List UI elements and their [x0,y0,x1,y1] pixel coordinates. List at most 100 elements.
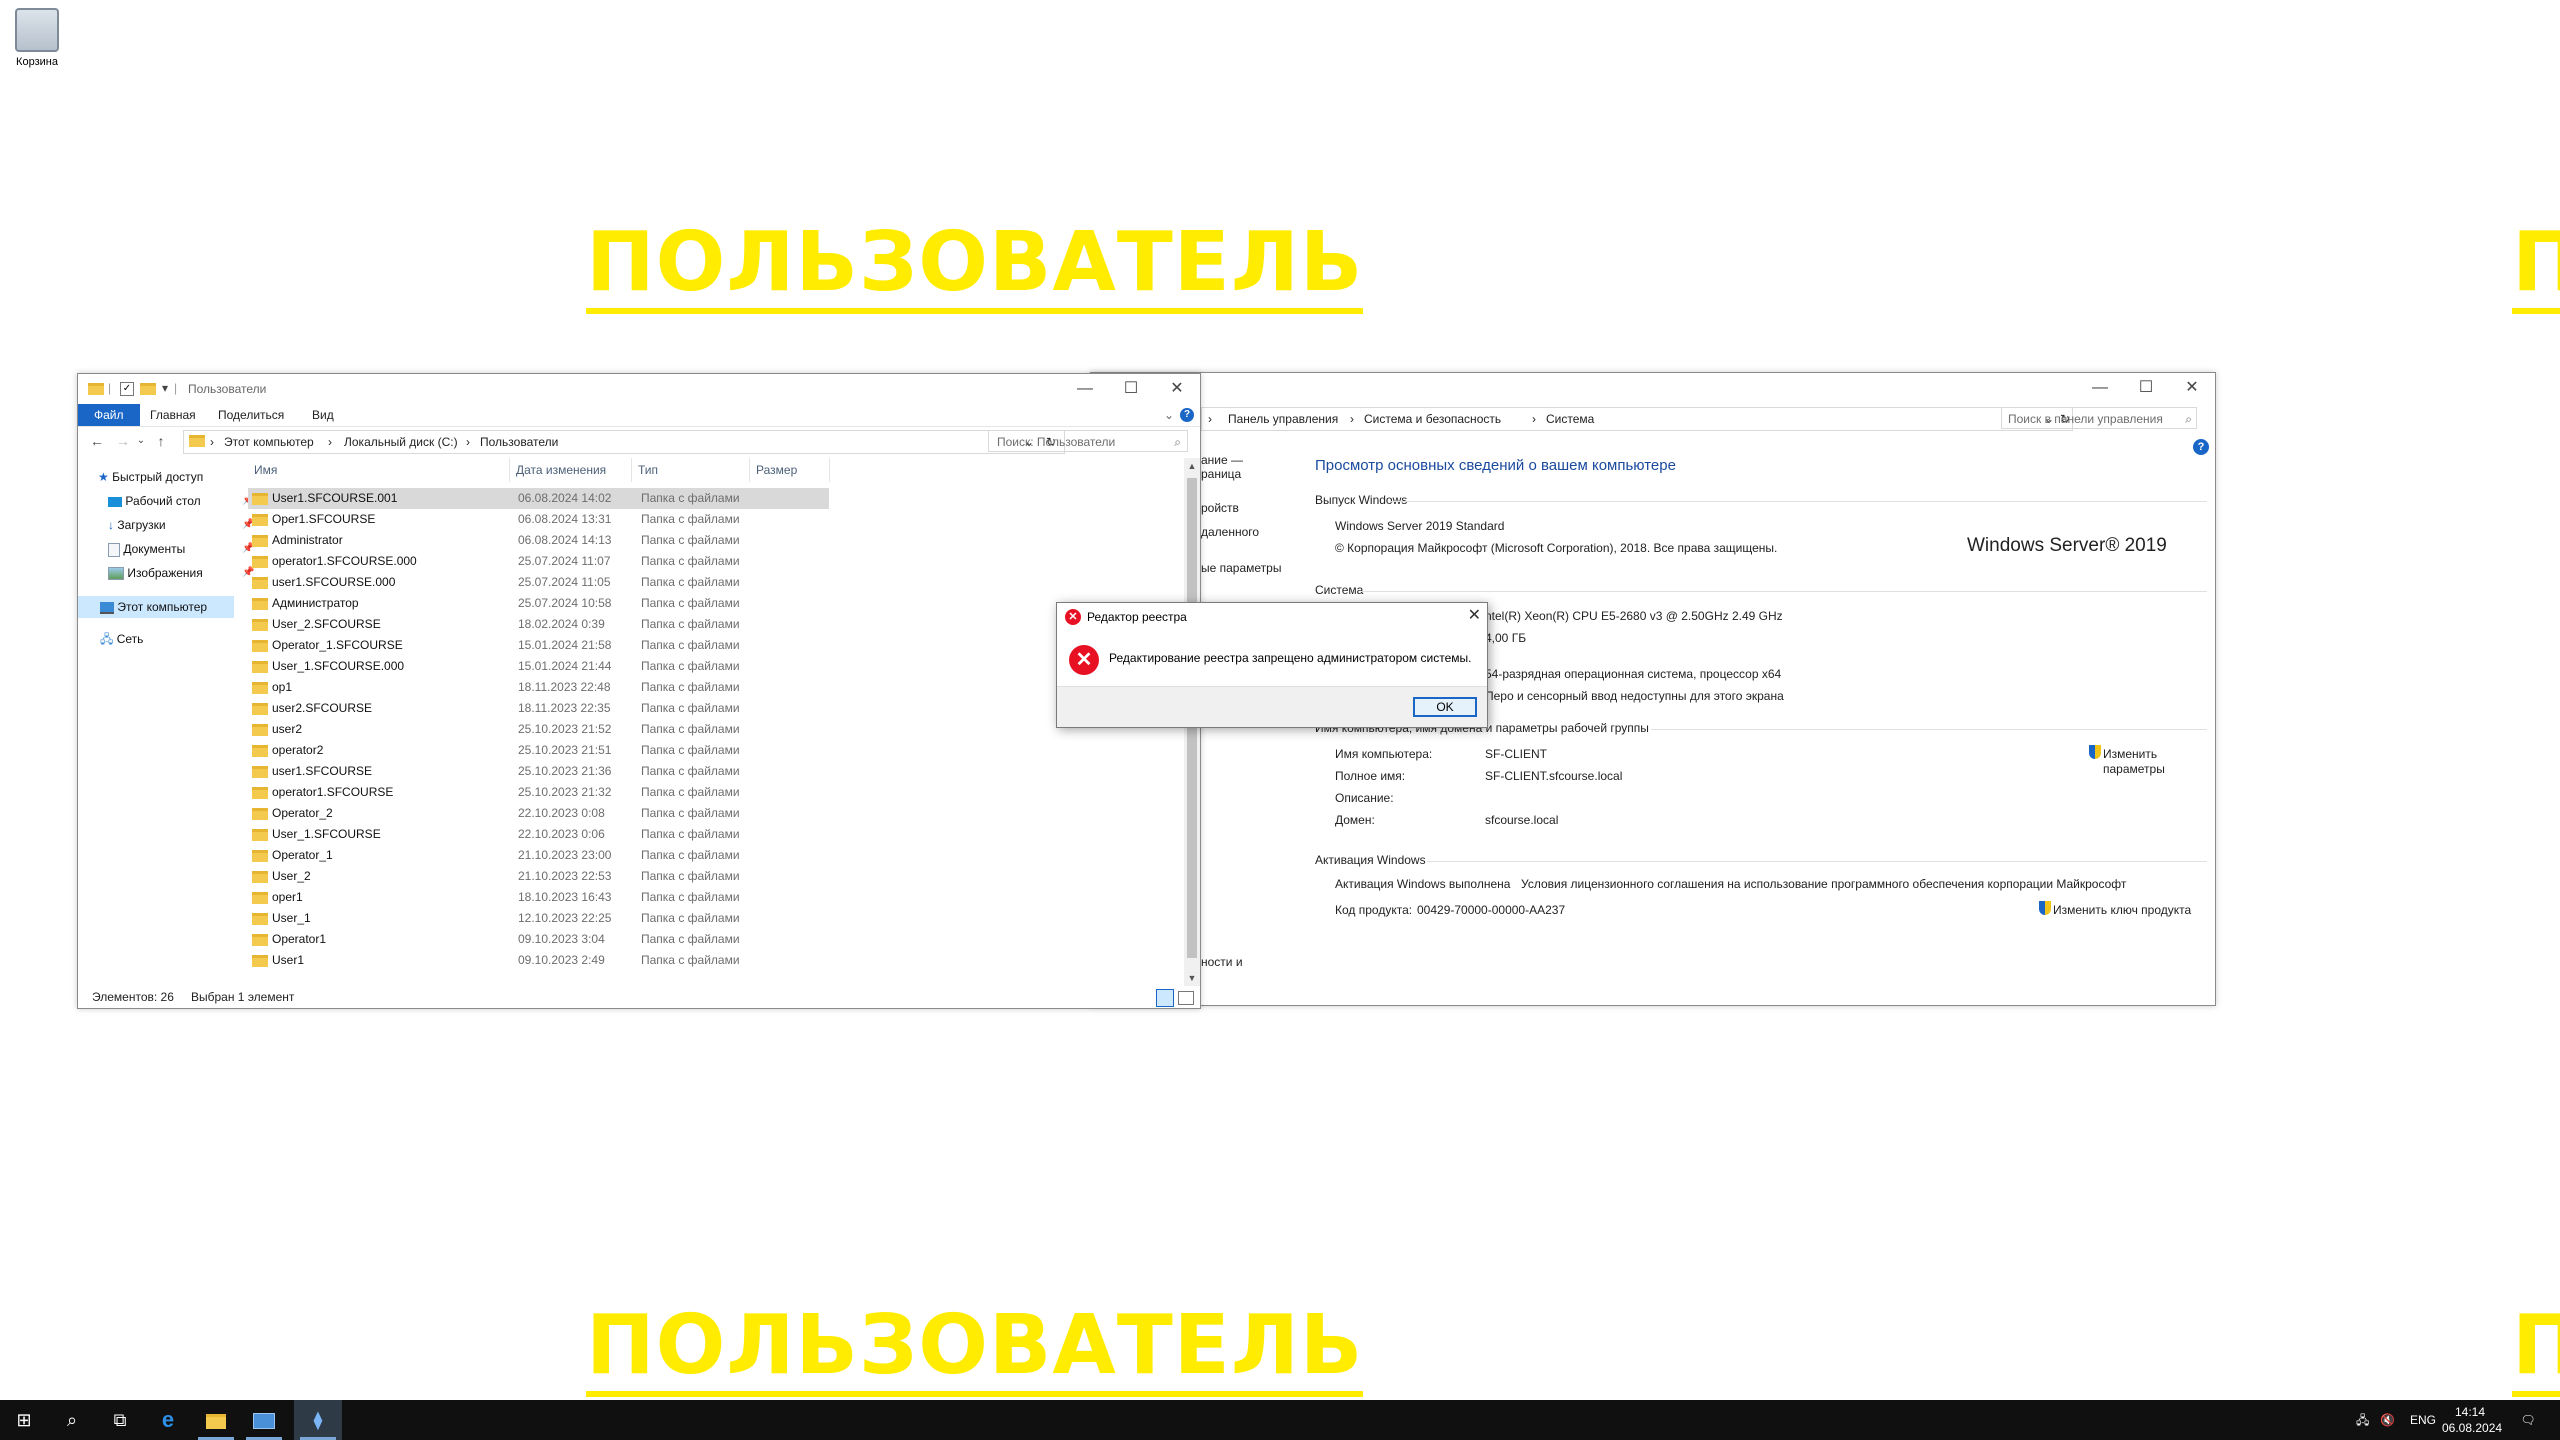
column-date[interactable]: Дата изменения [510,458,632,482]
table-row[interactable]: user2.SFCOURSE 18.11.2023 22:35 Папка с фа… [248,698,829,719]
nav-this-pc[interactable]: Этот компьютер [78,596,234,618]
nav-desktop[interactable]: Рабочий стол📌 [108,490,254,512]
task-view-button[interactable]: ⧉ [96,1400,144,1440]
minimize-icon[interactable]: — [1062,374,1108,404]
table-row[interactable]: operator2 25.10.2023 21:51 Папка с файлами [248,740,829,761]
forward-button[interactable]: → [112,430,134,452]
table-row[interactable]: User_1.SFCOURSE.000 15.01.2024 21:44 Папка… [248,656,829,677]
system-titlebar[interactable]: — ☐ ✕ [1091,373,2215,403]
start-button[interactable]: ⊞ [0,1400,48,1440]
table-row[interactable]: Operator_1 21.10.2023 23:00 Папка с файлам… [248,845,829,866]
maximize-icon[interactable]: ☐ [1108,374,1154,404]
clock-time: 14:14 [2454,1405,2486,1419]
minimize-icon[interactable]: — [2077,373,2123,403]
left-link-1[interactable]: ание — [1201,453,1243,467]
recent-locations-icon[interactable]: ⌄ [134,430,148,452]
tab-share[interactable]: Поделиться [202,404,300,426]
breadcrumb-this-pc[interactable]: Этот компьютер [224,431,314,453]
breadcrumb-users[interactable]: Пользователи [480,431,558,453]
explorer-address-bar[interactable]: › Этот компьютер › Локальный диск (C:) ›… [183,430,1065,454]
table-row[interactable]: User1.SFCOURSE.001 06.08.2024 14:02 Папка … [248,488,829,509]
column-size[interactable]: Размер [750,458,830,482]
table-row[interactable]: User1 09.10.2023 2:49 Папка с файлами [248,950,829,971]
notification-center-icon[interactable]: 🗨 [2516,1400,2540,1440]
help-icon[interactable]: ? [1180,408,1194,422]
help-icon[interactable]: ? [2193,439,2209,455]
change-key-link[interactable]: Изменить ключ продукта [2053,903,2191,917]
left-link-2[interactable]: ройств [1201,501,1239,515]
nav-network[interactable]: 🖧 Сеть [100,628,143,650]
ok-button[interactable]: OK [1413,697,1477,717]
scroll-up-icon[interactable]: ▲ [1184,458,1200,474]
file-explorer-button[interactable] [192,1400,240,1440]
table-row[interactable]: user1.SFCOURSE.000 25.07.2024 11:05 Папка … [248,572,829,593]
input-language[interactable]: ENG [2410,1400,2436,1440]
nav-downloads[interactable]: ↓ Загрузки 📌 [108,514,254,536]
table-row[interactable]: User_1.SFCOURSE 22.10.2023 0:06 Папка с фа… [248,824,829,845]
tab-home[interactable]: Главная [134,404,212,426]
table-row[interactable]: Operator_2 22.10.2023 0:08 Папка с файлами [248,803,829,824]
expand-ribbon-icon[interactable]: ⌄ [1164,404,1174,426]
table-row[interactable]: op1 18.11.2023 22:48 Папка с файлами [248,677,829,698]
table-row[interactable]: Администратор 25.07.2024 10:58 Папка с фай… [248,593,829,614]
column-name[interactable]: Имя [248,458,510,482]
table-row[interactable]: User_2.SFCOURSE 18.02.2024 0:39 Папка с фа… [248,614,829,635]
network-tray-icon[interactable]: 🖧 [2356,1400,2369,1440]
change-settings-link[interactable]: Изменить параметры [2103,747,2173,777]
large-icons-view-icon[interactable] [1178,991,1194,1005]
customize-quick-access-icon[interactable]: ▾ [162,381,168,395]
explorer-titlebar[interactable]: | ✓ ▾ | Пользователи — ☐ ✕ [78,374,1200,404]
explorer-search-input[interactable]: Поиск: Пользователи ⌕ [988,430,1188,452]
system-search-input[interactable]: Поиск в панели управления ⌕ [2001,407,2197,429]
back-button[interactable]: ← [86,430,108,452]
table-row[interactable]: User_1 12.10.2023 22:25 Папка с файлами [248,908,829,929]
table-row[interactable]: Operator1 09.10.2023 3:04 Папка с файлами [248,929,829,950]
internet-explorer-button[interactable]: e [144,1400,192,1440]
table-row[interactable]: user1.SFCOURSE 25.10.2023 21:36 Папка с фа… [248,761,829,782]
table-row[interactable]: User_2 21.10.2023 22:53 Папка с файлами [248,866,829,887]
table-row[interactable]: Operator_1.SFCOURSE 15.01.2024 21:58 Папка… [248,635,829,656]
search-icon: ⌕ [2185,412,2192,426]
up-button[interactable]: ↑ [150,430,172,452]
column-type[interactable]: Тип [632,458,750,482]
close-icon[interactable]: ✕ [1468,605,1481,625]
table-row[interactable]: operator1.SFCOURSE.000 25.07.2024 11:07 Па… [248,551,829,572]
nav-documents[interactable]: Документы 📌 [108,538,254,560]
volume-muted-icon[interactable]: 🔇 [2380,1400,2395,1440]
nav-pictures[interactable]: Изображения 📌 [108,562,254,584]
close-icon[interactable]: ✕ [2169,373,2215,403]
tab-file[interactable]: Файл [78,404,140,426]
left-link-4[interactable]: ые параметры [1201,561,1281,575]
recycle-bin[interactable]: Корзина [6,8,68,68]
nav-quick-access[interactable]: ★ Быстрый доступ [98,466,203,488]
close-icon[interactable]: ✕ [1154,374,1200,404]
table-row[interactable]: user2 25.10.2023 21:52 Папка с файлами [248,719,829,740]
breadcrumb-control-panel[interactable]: Панель управления [1228,408,1338,430]
clock[interactable]: 14:14 06.08.2024 [2442,1400,2502,1440]
file-date: 06.08.2024 13:31 [518,512,612,526]
system-address-bar[interactable]: › Панель управления › Система и безопасн… [1201,407,2073,431]
properties-icon[interactable]: ✓ [120,382,134,396]
left-link-5[interactable]: ности и [1201,955,1243,969]
explorer-search-placeholder: Поиск: Пользователи [997,435,1116,449]
search-button[interactable]: ⌕ [48,1400,96,1440]
table-row[interactable]: Oper1.SFCOURSE 06.08.2024 13:31 Папка с фа… [248,509,829,530]
server-manager-button[interactable] [240,1400,288,1440]
new-folder-icon[interactable] [140,383,156,395]
left-link-0[interactable]: раница [1201,467,1241,481]
table-row[interactable]: oper1 18.10.2023 16:43 Папка с файлами [248,887,829,908]
breadcrumb-local-disk[interactable]: Локальный диск (C:) [344,431,458,453]
tab-view[interactable]: Вид [296,404,350,426]
registry-editor-button[interactable]: ⧫ [294,1400,342,1440]
maximize-icon[interactable]: ☐ [2123,373,2169,403]
left-link-3[interactable]: даленного [1201,525,1259,539]
license-link[interactable]: Условия лицензионного соглашения на испо… [1521,877,2126,891]
details-view-icon[interactable] [1156,989,1174,1007]
table-row[interactable]: Administrator 06.08.2024 14:13 Папка с фай… [248,530,829,551]
scroll-down-icon[interactable]: ▼ [1184,970,1200,986]
breadcrumb-security[interactable]: Система и безопасность [1364,408,1501,430]
file-name: user1.SFCOURSE [272,764,373,778]
table-row[interactable]: operator1.SFCOURSE 25.10.2023 21:32 Папка … [248,782,829,803]
copyright-text: © Корпорация Майкрософт (Microsoft Corpo… [1335,541,1778,555]
breadcrumb-system[interactable]: Система [1546,408,1594,430]
